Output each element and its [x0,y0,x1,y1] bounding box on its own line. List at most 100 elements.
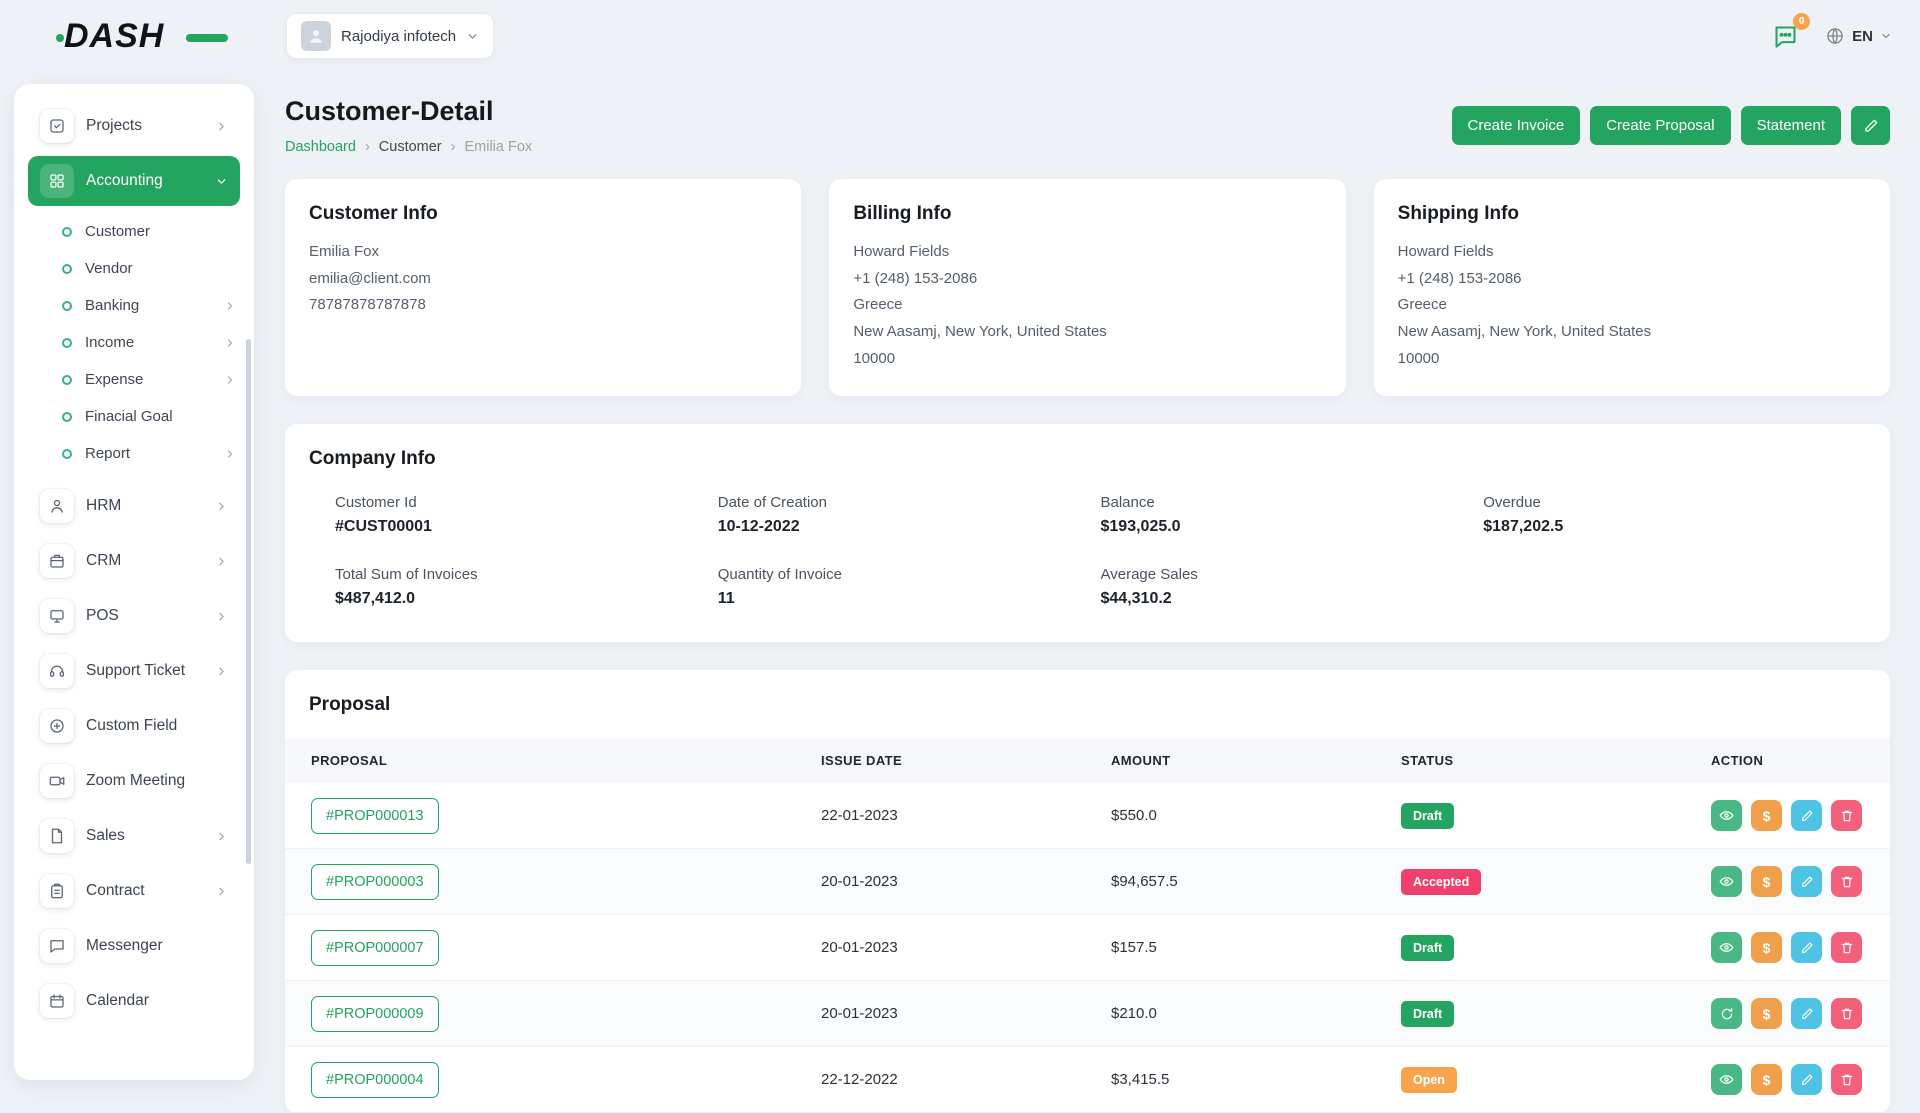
view-button[interactable] [1711,866,1742,897]
delete-button[interactable] [1831,866,1862,897]
chat-bubble-icon [40,929,74,963]
sidebar-subitem-customer[interactable]: Customer [52,213,246,250]
sidebar-item-sales[interactable]: Sales [28,811,240,861]
breadcrumb-current: Emilia Fox [464,139,532,155]
customer-email: emilia@client.com [309,266,777,293]
create-proposal-button[interactable]: Create Proposal [1590,106,1730,145]
duplicate-button[interactable] [1711,998,1742,1029]
sidebar-subitem-label: Finacial Goal [85,408,173,425]
edit-button[interactable] [1791,866,1822,897]
billing-address: New Aasamj, New York, United States [853,319,1321,346]
sidebar-item-label: Sales [86,827,125,845]
sidebar-item-pos[interactable]: POS [28,591,240,641]
sidebar-item-hrm[interactable]: HRM [28,481,240,531]
messages-badge: 0 [1793,13,1810,30]
company-info-card: Company Info Customer Id #CUST00001 Date… [285,424,1890,642]
proposal-row: #PROP000003 20-01-2023 $94,657.5 Accepte… [285,849,1890,915]
pencil-icon [1800,1007,1814,1021]
sidebar-subitem-income[interactable]: Income [52,324,246,361]
customer-phone: 78787878787878 [309,292,777,319]
language-selector[interactable]: EN [1825,26,1892,46]
sidebar-item-projects[interactable]: Projects [28,101,240,151]
chevron-right-icon [215,120,228,133]
sidebar-subitem-vendor[interactable]: Vendor [52,250,246,287]
proposal-link[interactable]: #PROP000007 [311,930,439,966]
convert-to-invoice-button[interactable]: $ [1751,800,1782,831]
chevron-right-icon [215,555,228,568]
proposal-card: Proposal PROPOSAL ISSUE DATE AMOUNT STAT… [285,670,1890,1113]
status-badge: Draft [1401,803,1454,829]
main-content: Customer-Detail Dashboard › Customer › E… [285,96,1890,1113]
sidebar-item-calendar[interactable]: Calendar [28,976,240,1026]
sidebar-item-support-ticket[interactable]: Support Ticket [28,646,240,696]
sidebar-scrollbar[interactable] [246,339,251,864]
column-header-proposal: PROPOSAL [285,738,795,783]
workspace-selector[interactable]: Rajodiya infotech [286,13,494,59]
proposal-row: #PROP000007 20-01-2023 $157.5 Draft $ [285,915,1890,981]
view-button[interactable] [1711,800,1742,831]
bullet-icon [62,375,72,385]
edit-button[interactable] [1791,800,1822,831]
sidebar-item-custom-field[interactable]: Custom Field [28,701,240,751]
billing-country: Greece [853,292,1321,319]
convert-to-invoice-button[interactable]: $ [1751,998,1782,1029]
topbar-controls: 0 EN [1768,19,1892,54]
customer-name: Emilia Fox [309,239,777,266]
sidebar: Projects Accounting Customer Vendor Bank… [14,84,254,1080]
delete-button[interactable] [1831,800,1862,831]
delete-button[interactable] [1831,932,1862,963]
sidebar-subitem-report[interactable]: Report [52,435,246,472]
breadcrumb-customer[interactable]: Customer [379,139,442,155]
edit-button[interactable] [1791,932,1822,963]
field-overdue: Overdue $187,202.5 [1483,494,1866,536]
sidebar-item-contract[interactable]: Contract [28,866,240,916]
convert-to-invoice-button[interactable]: $ [1751,866,1782,897]
sidebar-item-label: Calendar [86,992,149,1010]
breadcrumb-dashboard[interactable]: Dashboard [285,139,356,155]
sidebar-item-zoom-meeting[interactable]: Zoom Meeting [28,756,240,806]
edit-customer-button[interactable] [1851,106,1890,145]
sidebar-item-messenger[interactable]: Messenger [28,921,240,971]
sidebar-subitem-financial-goal[interactable]: Finacial Goal [52,398,246,435]
proposal-row: #PROP000004 22-12-2022 $3,415.5 Open $ [285,1047,1890,1113]
convert-to-invoice-button[interactable]: $ [1751,932,1782,963]
sidebar-subitem-expense[interactable]: Expense [52,361,246,398]
sidebar-subitem-banking[interactable]: Banking [52,287,246,324]
accounting-icon [40,164,74,198]
proposal-link[interactable]: #PROP000013 [311,798,439,834]
column-header-amount: AMOUNT [1085,738,1375,783]
chevron-right-icon [215,830,228,843]
sidebar-item-label: Messenger [86,937,163,955]
view-button[interactable] [1711,932,1742,963]
sidebar-item-label: Custom Field [86,717,177,735]
statement-button[interactable]: Statement [1741,106,1841,145]
sidebar-item-accounting[interactable]: Accounting [28,156,240,206]
delete-button[interactable] [1831,998,1862,1029]
shipping-info-card: Shipping Info Howard Fields +1 (248) 153… [1374,179,1890,396]
issue-date-cell: 22-01-2023 [795,807,1085,824]
logo-accent-bar [186,34,228,42]
create-invoice-button[interactable]: Create Invoice [1452,106,1581,145]
card-title: Billing Info [853,203,1321,225]
proposal-link[interactable]: #PROP000009 [311,996,439,1032]
pencil-icon [1863,118,1879,134]
field-average-sales: Average Sales $44,310.2 [1101,566,1484,608]
card-title: Customer Info [309,203,777,225]
proposal-link[interactable]: #PROP000003 [311,864,439,900]
field-quantity-of-invoice: Quantity of Invoice 11 [718,566,1101,608]
info-cards-row: Customer Info Emilia Fox emilia@client.c… [285,179,1890,396]
sidebar-item-label: Support Ticket [86,662,185,680]
globe-icon [1825,26,1845,46]
shipping-zip: 10000 [1398,346,1866,373]
workspace-avatar [301,21,331,51]
app-logo[interactable]: DASH [64,17,214,56]
billing-zip: 10000 [853,346,1321,373]
pencil-icon [1800,809,1814,823]
workspace-name: Rajodiya infotech [341,28,456,45]
edit-button[interactable] [1791,998,1822,1029]
sidebar-item-crm[interactable]: CRM [28,536,240,586]
pencil-icon [1800,941,1814,955]
messages-button[interactable]: 0 [1768,19,1803,54]
card-title: Company Info [309,448,1866,470]
crm-icon [40,544,74,578]
